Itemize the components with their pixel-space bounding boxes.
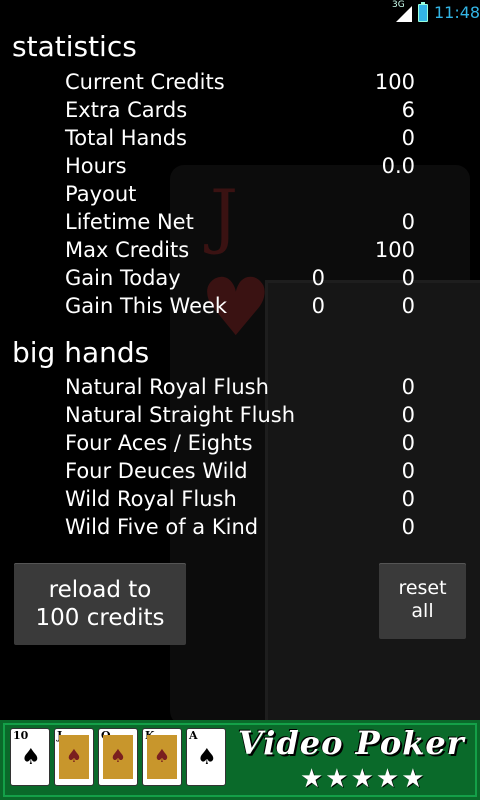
- stat-label: Payout: [65, 182, 137, 206]
- spade-icon: ♠: [59, 735, 89, 779]
- stat-label: Gain This Week: [65, 294, 228, 318]
- banner-card: Q ♠: [98, 728, 138, 786]
- banner-logo-title: Video Poker: [238, 724, 465, 762]
- reload-button-line-1: reload to: [48, 577, 152, 603]
- stat-value-1: 0: [311, 294, 325, 318]
- stat-value-2: 0: [401, 266, 415, 290]
- big-hand-row: Natural Royal Flush 0: [65, 375, 415, 403]
- big-hand-label: Wild Five of a Kind: [65, 515, 259, 539]
- big-hand-label: Natural Straight Flush: [65, 403, 296, 427]
- signal-icon: [396, 6, 412, 22]
- stat-label: Max Credits: [65, 238, 190, 262]
- reset-button-line-2: all: [411, 600, 434, 622]
- big-hand-count: 0: [401, 403, 415, 427]
- stat-label: Hours: [65, 154, 127, 178]
- big-hand-label: Wild Royal Flush: [65, 487, 237, 511]
- stat-row: Max Credits 100: [65, 238, 415, 266]
- stat-value-1: 0: [311, 266, 325, 290]
- reset-all-button[interactable]: reset all: [379, 563, 466, 639]
- battery-icon: [418, 2, 428, 22]
- stat-row: Lifetime Net 0: [65, 210, 415, 238]
- stat-label: Gain Today: [65, 266, 181, 290]
- reload-button-line-2: 100 credits: [35, 605, 165, 631]
- big-hands-heading: big hands: [12, 336, 150, 369]
- stat-value-2: 0.0: [381, 154, 415, 178]
- stat-value-2: 6: [401, 98, 415, 122]
- spade-icon: ♠: [21, 745, 41, 770]
- banner-card: 10 ♠: [10, 728, 50, 786]
- stat-row: Current Credits 100: [65, 70, 415, 98]
- statistics-heading: statistics: [12, 30, 137, 63]
- stat-label: Current Credits: [65, 70, 225, 94]
- stat-row: Hours 0.0: [65, 154, 415, 182]
- big-hand-label: Natural Royal Flush: [65, 375, 269, 399]
- spade-icon: ♠: [103, 735, 133, 779]
- stat-label: Lifetime Net: [65, 210, 194, 234]
- stat-label: Total Hands: [65, 126, 187, 150]
- stat-value-2: 0: [401, 126, 415, 150]
- reload-credits-button[interactable]: reload to 100 credits: [14, 563, 186, 645]
- big-hand-count: 0: [401, 375, 415, 399]
- big-hand-count: 0: [401, 459, 415, 483]
- big-hand-label: Four Deuces Wild: [65, 459, 248, 483]
- big-hand-row: Wild Five of a Kind 0: [65, 515, 415, 543]
- banner-card-rank: A: [189, 729, 198, 742]
- video-poker-banner[interactable]: 10 ♠ J ♠ Q ♠ K ♠ A ♠ Video Poker ★★★★★: [0, 720, 480, 800]
- stat-value-2: 100: [374, 238, 415, 262]
- banner-card: J ♠: [54, 728, 94, 786]
- big-hand-count: 0: [401, 515, 415, 539]
- stat-value-2: 100: [374, 70, 415, 94]
- big-hand-row: Four Deuces Wild 0: [65, 459, 415, 487]
- reset-button-line-1: reset: [398, 577, 447, 599]
- banner-card: A ♠: [186, 728, 226, 786]
- stat-label: Extra Cards: [65, 98, 188, 122]
- banner-card-rank: 10: [13, 729, 29, 742]
- big-hand-row: Natural Straight Flush 0: [65, 403, 415, 431]
- big-hand-row: Four Aces / Eights 0: [65, 431, 415, 459]
- big-hand-count: 0: [401, 431, 415, 455]
- banner-stars-icon: ★★★★★: [300, 764, 427, 794]
- spade-icon: ♠: [197, 745, 217, 770]
- stat-row: Total Hands 0: [65, 126, 415, 154]
- big-hand-label: Four Aces / Eights: [65, 431, 253, 455]
- stat-value-2: 0: [401, 210, 415, 234]
- stat-row: Payout: [65, 182, 415, 210]
- big-hand-count: 0: [401, 487, 415, 511]
- status-bar: 3G 11:48: [0, 0, 480, 25]
- stat-row: Gain This Week 0 0: [65, 294, 415, 322]
- big-hand-row: Wild Royal Flush 0: [65, 487, 415, 515]
- stat-row: Gain Today 0 0: [65, 266, 415, 294]
- stat-row: Extra Cards 6: [65, 98, 415, 126]
- stat-value-2: 0: [401, 294, 415, 318]
- banner-card: K ♠: [142, 728, 182, 786]
- clock: 11:48: [434, 3, 480, 22]
- spade-icon: ♠: [147, 735, 177, 779]
